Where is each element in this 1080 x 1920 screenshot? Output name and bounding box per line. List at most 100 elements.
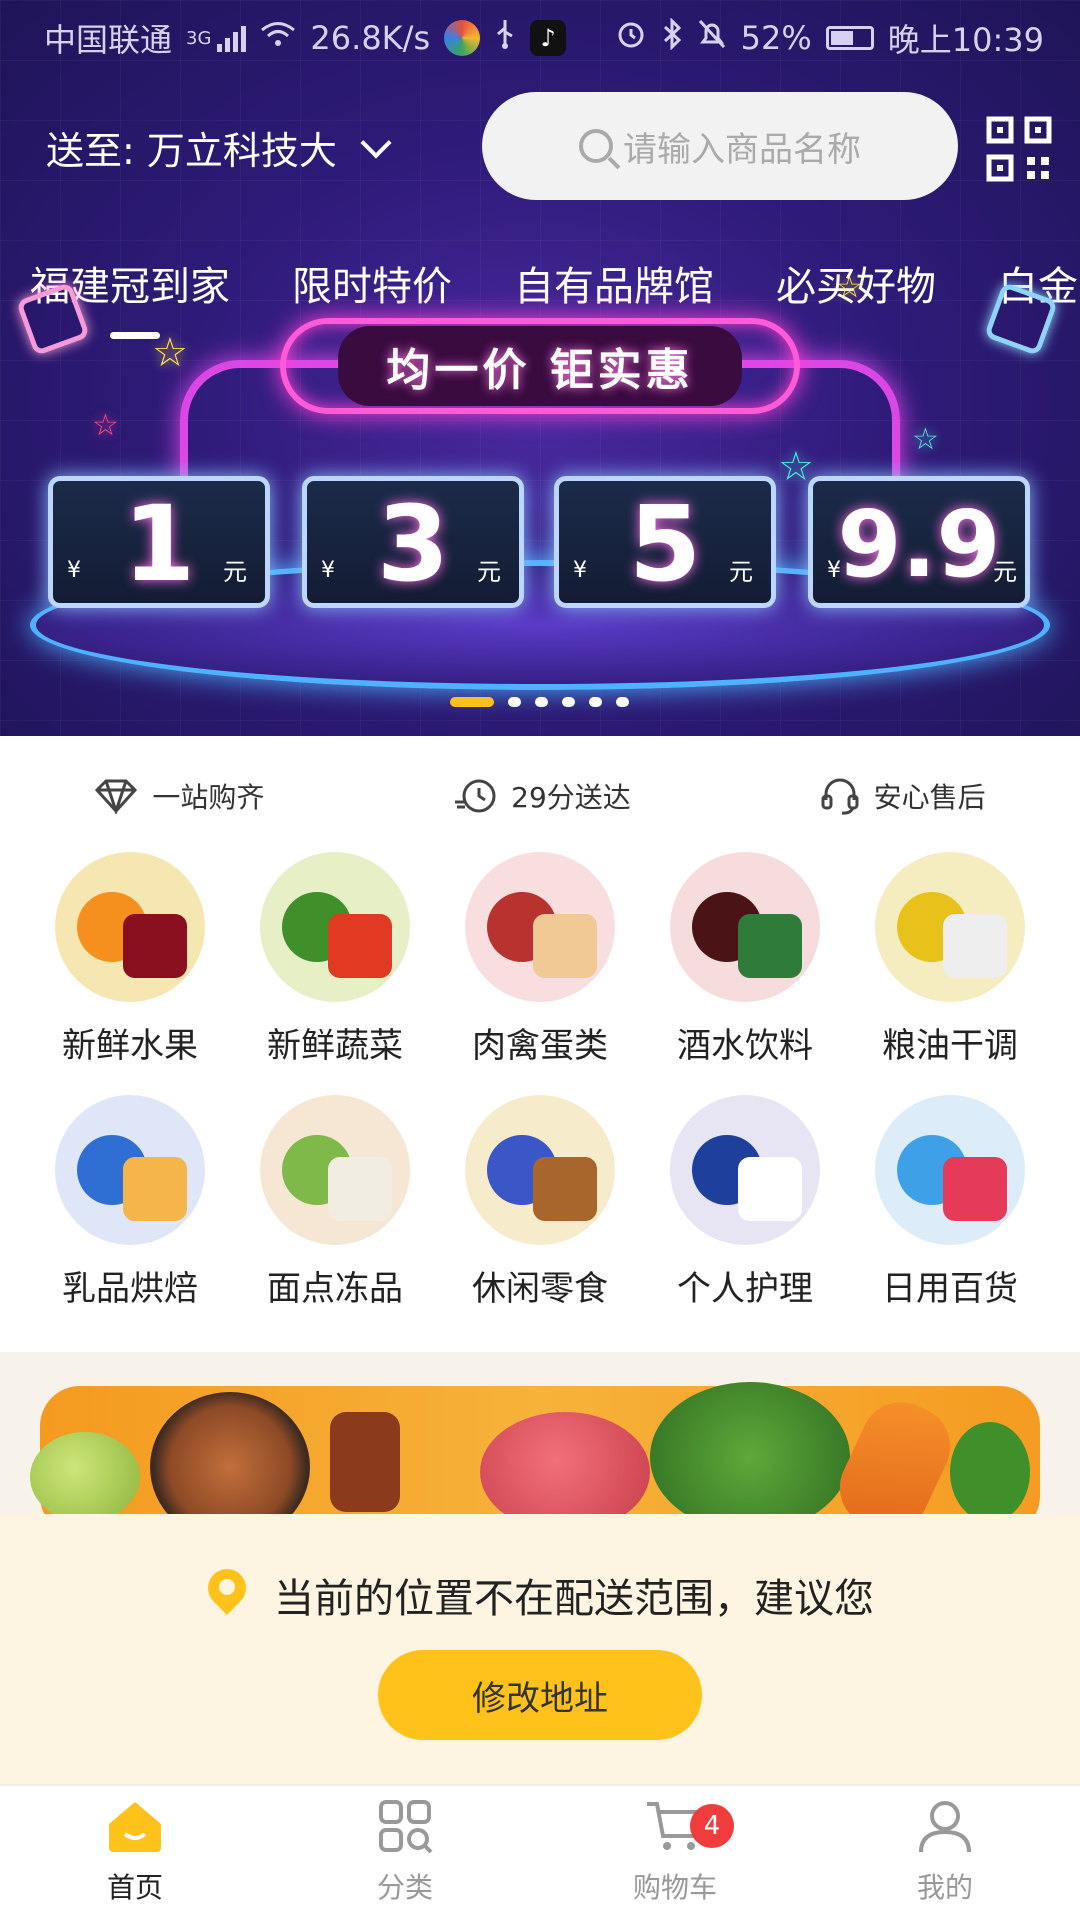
status-bar: 中国联通 3G 26.8K/s ♪ 52% 晚上10:39 (0, 0, 1080, 76)
qr-scan-icon[interactable] (986, 116, 1052, 182)
category-grid-icon (379, 1800, 433, 1854)
notice-message: 当前的位置不在配送范围，建议您 (274, 1576, 874, 1622)
battery-icon (825, 26, 874, 50)
mute-bell-icon (697, 18, 727, 58)
category-image (55, 852, 205, 1002)
feature-label: 安心售后 (873, 781, 986, 814)
cart-count-badge: 4 (690, 1804, 734, 1848)
category-item[interactable]: 休闲零食 (438, 1095, 643, 1310)
category-label: 休闲零食 (472, 1269, 608, 1309)
fresh-food-promo-banner[interactable] (0, 1352, 1080, 1514)
feature-fast-delivery: 29分送达 (453, 776, 631, 816)
feature-label: 一站购齐 (152, 781, 265, 814)
browser-app-icon (444, 20, 481, 56)
category-item[interactable]: 酒水饮料 (643, 852, 848, 1067)
carousel-indicator (450, 697, 629, 707)
price-unit: 元 (729, 558, 753, 586)
star-icon: ☆ (912, 422, 939, 457)
alarm-icon (615, 18, 647, 58)
nav-cart[interactable]: 4 购物车 (540, 1786, 810, 1920)
bottom-navigation: 首页 分类 4 购物车 我的 (0, 1784, 1080, 1920)
category-item[interactable]: 面点冻品 (233, 1095, 438, 1310)
clock: 晚上10:39 (887, 21, 1044, 59)
tiktok-app-icon: ♪ (530, 20, 567, 56)
change-address-button[interactable]: 修改地址 (378, 1650, 702, 1740)
delivery-clock-icon (455, 779, 496, 813)
star-icon: ☆ (836, 270, 863, 305)
category-item[interactable]: 新鲜水果 (28, 852, 233, 1067)
category-item[interactable]: 肉禽蛋类 (438, 852, 643, 1067)
price-unit: 元 (993, 558, 1017, 586)
carousel-dot[interactable] (616, 697, 629, 707)
carousel-dot[interactable] (508, 697, 521, 707)
carousel-dot[interactable] (450, 697, 494, 707)
category-label: 粮油干调 (882, 1026, 1018, 1066)
tab-own-brand[interactable]: 自有品牌馆 (514, 254, 714, 312)
home-icon (109, 1802, 161, 1852)
category-item[interactable]: 个人护理 (643, 1095, 848, 1310)
notice-message-row: 当前的位置不在配送范围，建议您 (0, 1566, 1080, 1624)
pepper-image (950, 1422, 1030, 1514)
nav-label: 购物车 (632, 1871, 717, 1904)
network-speed: 26.8K/s (310, 19, 431, 57)
category-label: 个人护理 (677, 1269, 813, 1309)
price-tag: ¥ 1 元 (48, 476, 270, 608)
category-label: 新鲜水果 (62, 1026, 198, 1066)
feature-label: 29分送达 (511, 781, 631, 814)
category-grid: 新鲜水果 新鲜蔬菜 肉禽蛋类 酒水饮料 粮油干调乳品烘焙 面点冻品 休闲零食 个人护理 日用百货 (0, 852, 1080, 1310)
hero-section: 中国联通 3G 26.8K/s ♪ 52% 晚上10:39 送至: 万立科技大 … (0, 0, 1080, 736)
delivery-range-notice: 当前的位置不在配送范围，建议您 修改地址 (0, 1514, 1080, 1784)
banner-title: 均一价 钜实惠 (338, 326, 742, 406)
category-image (670, 1095, 820, 1245)
category-image (55, 1095, 205, 1245)
search-placeholder: 请输入商品名称 (623, 129, 861, 170)
category-image (670, 852, 820, 1002)
carousel-dot[interactable] (589, 697, 602, 707)
category-item[interactable]: 新鲜蔬菜 (233, 852, 438, 1067)
price-unit: 元 (477, 558, 501, 586)
category-image (875, 852, 1025, 1002)
category-item[interactable]: 乳品烘焙 (28, 1095, 233, 1310)
carousel-dot[interactable] (562, 697, 575, 707)
headset-icon (821, 778, 859, 815)
skewer-image (330, 1412, 400, 1512)
star-icon: ☆ (92, 408, 119, 443)
service-features: 一站购齐 29分送达 安心售后 (0, 776, 1080, 816)
carousel-dot[interactable] (535, 697, 548, 707)
category-item[interactable]: 日用百货 (848, 1095, 1053, 1310)
tab-flash-sale[interactable]: 限时特价 (292, 254, 452, 312)
signal-icon (217, 24, 247, 52)
category-image (465, 852, 615, 1002)
category-image (260, 1095, 410, 1245)
usb-icon (494, 18, 516, 58)
category-label: 肉禽蛋类 (472, 1026, 608, 1066)
wifi-icon (260, 19, 296, 57)
battery-percent: 52% (740, 19, 812, 57)
price-tag: ¥ 3 元 (302, 476, 524, 608)
star-icon: ☆ (152, 330, 188, 376)
banner-title-frame: 均一价 钜实惠 (280, 318, 800, 414)
nav-profile[interactable]: 我的 (810, 1786, 1080, 1920)
category-image (260, 852, 410, 1002)
category-image (465, 1095, 615, 1245)
delivery-address-label: 送至: 万立科技大 (46, 129, 337, 173)
nav-category[interactable]: 分类 (270, 1786, 540, 1920)
carrier-label: 中国联通 (44, 21, 173, 59)
network-type-label: 3G (186, 27, 212, 49)
category-image (875, 1095, 1025, 1245)
user-icon (919, 1801, 971, 1853)
grape-image (30, 1432, 140, 1514)
nav-label: 首页 (106, 1871, 163, 1904)
price-tag: ¥ 5 元 (554, 476, 776, 608)
nav-label: 分类 (376, 1871, 433, 1904)
chevron-down-icon (360, 126, 392, 159)
delivery-address-selector[interactable]: 送至: 万立科技大 (46, 120, 392, 175)
feature-one-stop: 一站购齐 (94, 776, 264, 816)
category-label: 新鲜蔬菜 (267, 1026, 403, 1066)
price-tag: ¥ 9.9 元 (808, 476, 1030, 608)
category-label: 乳品烘焙 (62, 1269, 198, 1309)
category-label: 日用百货 (882, 1269, 1018, 1309)
category-item[interactable]: 粮油干调 (848, 852, 1053, 1067)
nav-home[interactable]: 首页 (0, 1786, 270, 1920)
search-input[interactable]: 请输入商品名称 (482, 92, 958, 200)
